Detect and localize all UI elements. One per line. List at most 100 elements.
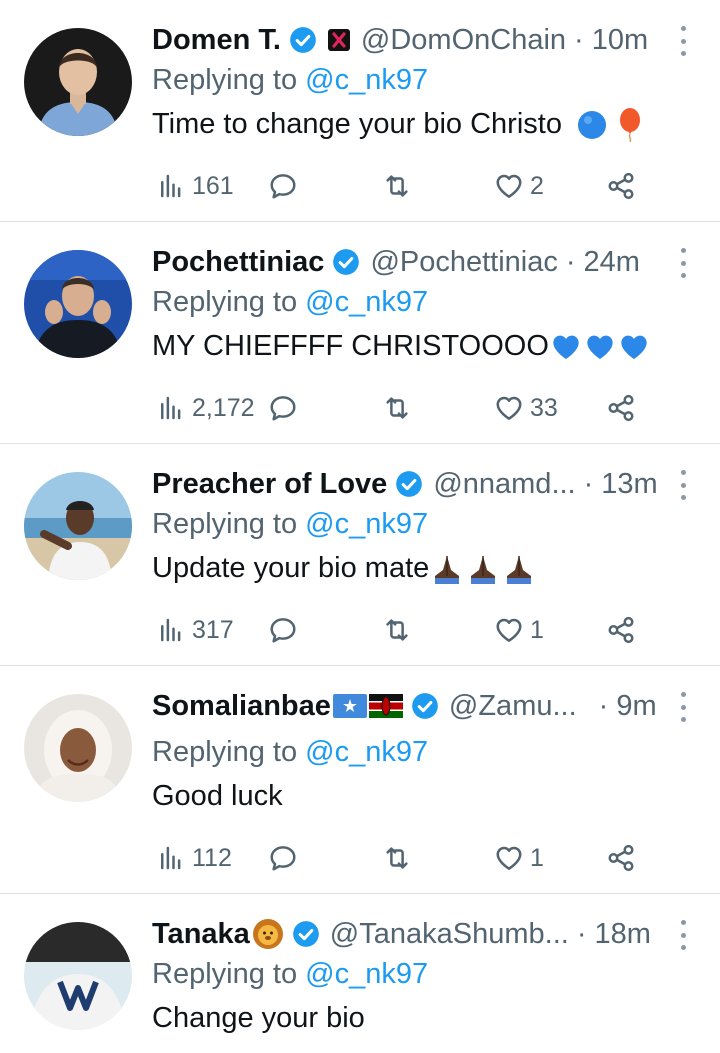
separator-dot: · xyxy=(583,467,594,500)
views-icon xyxy=(161,174,181,198)
replying-prefix: Replying to xyxy=(152,958,306,990)
views-count: 317 xyxy=(192,615,234,644)
tweet-text-content: Update your bio mate xyxy=(152,552,430,584)
tweet-reply[interactable]: Domen T. @DomOnChain · 10m Replying to @… xyxy=(0,0,720,222)
author-name[interactable]: Preacher of Love xyxy=(152,468,387,501)
tweet-reply[interactable]: Preacher of Love @nnamd... · 13m Replyin… xyxy=(0,444,720,666)
timestamp[interactable]: 13m xyxy=(601,468,657,501)
heart-icon xyxy=(496,174,522,198)
praying-hands-icon xyxy=(507,556,532,585)
author-name[interactable]: Tanaka xyxy=(152,918,250,951)
reply-button[interactable] xyxy=(268,388,298,428)
likes-count: 1 xyxy=(530,615,544,644)
views-count: 161 xyxy=(192,171,234,200)
heart-icon xyxy=(496,846,522,870)
tweet-reply[interactable]: Somalianbae @Zamu... · 9m Replying to @c… xyxy=(0,666,720,894)
avatar[interactable] xyxy=(24,922,132,1030)
tweet-text-content: Change your bio xyxy=(152,1002,365,1034)
timestamp[interactable]: 9m xyxy=(616,690,656,723)
separator-dot: · xyxy=(598,689,609,722)
like-button[interactable]: 33 xyxy=(494,388,558,428)
timestamp[interactable]: 18m xyxy=(594,918,650,951)
verified-badge-icon xyxy=(396,471,423,497)
replying-to: Replying to @c_nk97 xyxy=(152,286,428,319)
reply-feed: Domen T. @DomOnChain · 10m Replying to @… xyxy=(0,0,720,1053)
tweet-reply[interactable]: Pochettiniac @Pochettiniac · 24m Replyin… xyxy=(0,222,720,444)
avatar[interactable] xyxy=(24,472,132,580)
reply-icon xyxy=(270,618,296,643)
more-options-icon[interactable] xyxy=(678,920,688,950)
retweet-button[interactable] xyxy=(382,166,412,206)
heart-icon xyxy=(496,618,522,642)
like-button[interactable]: 2 xyxy=(494,166,544,206)
more-options-icon[interactable] xyxy=(678,248,688,278)
mention-link[interactable]: @c_nk97 xyxy=(305,508,428,540)
tweet-text-content: Time to change your bio Christo xyxy=(152,108,562,140)
retweet-button[interactable] xyxy=(382,610,412,650)
author-name[interactable]: Somalianbae xyxy=(152,690,331,723)
author-handle[interactable]: @TanakaShumb... xyxy=(330,918,569,951)
like-button[interactable]: 1 xyxy=(494,838,544,878)
replying-to: Replying to @c_nk97 xyxy=(152,958,428,991)
replying-prefix: Replying to xyxy=(152,508,306,540)
replying-prefix: Replying to xyxy=(152,286,306,318)
author-handle[interactable]: @Zamu... xyxy=(449,690,577,723)
replying-prefix: Replying to xyxy=(152,64,306,96)
tweet-text: Good luck xyxy=(152,780,283,813)
separator-dot: · xyxy=(565,245,576,278)
tweet-text: Time to change your bio Christo xyxy=(152,108,644,143)
heart-icon xyxy=(496,396,522,420)
timestamp[interactable]: 10m xyxy=(592,24,648,57)
author-name[interactable]: Pochettiniac xyxy=(152,246,324,279)
retweet-button[interactable] xyxy=(382,388,412,428)
mention-link[interactable]: @c_nk97 xyxy=(305,736,428,768)
like-button[interactable]: 1 xyxy=(494,610,544,650)
retweet-icon xyxy=(386,619,408,641)
x-badge-icon xyxy=(327,29,350,51)
views-button[interactable]: 161 xyxy=(156,166,234,206)
more-options-icon[interactable] xyxy=(678,26,688,56)
blue-heart-icon xyxy=(621,336,647,360)
retweet-icon xyxy=(386,397,408,419)
more-options-icon[interactable] xyxy=(678,470,688,500)
tweet-text: MY CHIEFFFF CHRISTOOOO xyxy=(152,330,651,363)
views-count: 2,172 xyxy=(192,393,255,422)
reply-button[interactable] xyxy=(268,166,298,206)
share-button[interactable] xyxy=(606,388,636,428)
reply-icon xyxy=(270,846,296,871)
avatar[interactable] xyxy=(24,250,132,358)
verified-badge-icon xyxy=(292,921,319,947)
replying-to: Replying to @c_nk97 xyxy=(152,64,428,97)
lion-face-icon xyxy=(252,919,283,949)
author-handle[interactable]: @nnamd... xyxy=(433,468,575,501)
timestamp[interactable]: 24m xyxy=(584,246,640,279)
reply-icon xyxy=(270,174,296,199)
replying-to: Replying to @c_nk97 xyxy=(152,508,428,541)
more-options-icon[interactable] xyxy=(678,692,688,722)
tweet-text: Update your bio mate xyxy=(152,552,537,586)
views-button[interactable]: 112 xyxy=(156,838,232,878)
share-icon xyxy=(608,394,634,422)
avatar[interactable] xyxy=(24,28,132,136)
views-button[interactable]: 2,172 xyxy=(156,388,255,428)
mention-link[interactable]: @c_nk97 xyxy=(305,64,428,96)
views-button[interactable]: 317 xyxy=(156,610,234,650)
share-button[interactable] xyxy=(606,838,636,878)
avatar[interactable] xyxy=(24,694,132,802)
retweet-button[interactable] xyxy=(382,838,412,878)
share-icon xyxy=(608,616,634,644)
tweet-reply[interactable]: Tanaka @TanakaShumb... · 18m Replying to… xyxy=(0,894,720,1053)
share-button[interactable] xyxy=(606,166,636,206)
author-handle[interactable]: @DomOnChain xyxy=(361,24,566,57)
kenya-flag-icon xyxy=(368,694,403,718)
author-handle[interactable]: @Pochettiniac xyxy=(370,246,557,279)
mention-link[interactable]: @c_nk97 xyxy=(305,958,428,990)
author-name[interactable]: Domen T. xyxy=(152,24,281,57)
reply-button[interactable] xyxy=(268,838,298,878)
share-button[interactable] xyxy=(606,610,636,650)
separator-dot: · xyxy=(574,23,584,56)
reply-icon xyxy=(270,396,296,421)
mention-link[interactable]: @c_nk97 xyxy=(305,286,428,318)
praying-hands-icon xyxy=(471,556,496,585)
reply-button[interactable] xyxy=(268,610,298,650)
